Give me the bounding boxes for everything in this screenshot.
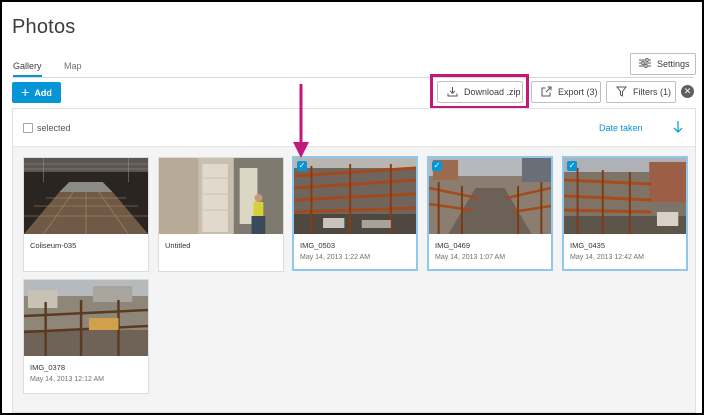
funnel-icon [615, 86, 628, 99]
photo-name: Coliseum-035 [30, 241, 77, 250]
export-label: Export (3) [558, 87, 598, 97]
selected-check-icon[interactable]: ✓ [567, 161, 577, 171]
photo-date: May 14, 2013 1:22 AM [300, 254, 371, 261]
sort-by-date-taken[interactable]: Date taken [599, 123, 643, 133]
photo-card[interactable]: IMG_0378 May 14, 2013 12:12 AM [23, 279, 149, 394]
tab-map[interactable]: Map [64, 61, 82, 75]
photo-thumbnail [159, 158, 283, 234]
photo-date: May 14, 2013 1:07 AM [435, 254, 506, 261]
add-button[interactable]: + Add [12, 82, 61, 103]
gallery-header: selected Date taken [13, 109, 695, 147]
selected-check-icon[interactable]: ✓ [432, 161, 442, 171]
photo-thumbnail [24, 158, 148, 234]
tab-divider [12, 77, 694, 78]
select-all-checkbox[interactable] [23, 123, 33, 133]
photo-thumbnail [24, 280, 148, 356]
photo-name: IMG_0503 [300, 241, 336, 250]
photo-thumbnail [429, 158, 551, 234]
download-label: Download .zip [464, 87, 521, 97]
tab-bar: Gallery Map [2, 58, 702, 78]
photo-card[interactable]: Coliseum-035 [23, 157, 149, 272]
photo-card[interactable]: ✓ IMG_0469 May 14, 2013 1:07 AM [427, 156, 553, 271]
settings-button[interactable]: Settings [630, 53, 696, 75]
gallery-panel: selected Date taken Coliseum-035 Untitle… [12, 108, 696, 413]
sliders-icon [639, 58, 651, 70]
add-label: Add [34, 87, 52, 98]
photo-name: IMG_0469 [435, 241, 471, 250]
photo-thumbnail [564, 158, 686, 234]
photo-name: IMG_0378 [30, 363, 66, 372]
photo-card[interactable]: ✓ IMG_0435 May 14, 2013 12:42 AM [562, 156, 688, 271]
page-title: Photos [12, 16, 76, 38]
export-button[interactable]: Export (3) [531, 81, 601, 103]
selected-check-icon[interactable]: ✓ [297, 161, 307, 171]
photo-name: Untitled [165, 241, 191, 250]
download-zip-button[interactable]: Download .zip [437, 81, 523, 103]
plus-icon: + [21, 84, 30, 100]
clear-filters-icon[interactable]: ✕ [681, 85, 694, 98]
selected-count-label: selected [37, 123, 71, 133]
photo-name: IMG_0435 [570, 241, 606, 250]
app-window: Photos Gallery Map Settings + Add Downlo… [2, 2, 702, 413]
photo-card[interactable]: ✓ IMG_0503 May 14, 2013 1:22 AM [292, 156, 418, 271]
export-icon [541, 86, 552, 99]
filters-button[interactable]: Filters (1) [606, 81, 676, 103]
photo-date: May 14, 2013 12:12 AM [30, 376, 104, 383]
download-icon [447, 86, 458, 99]
tab-gallery[interactable]: Gallery [13, 61, 42, 77]
photo-thumbnail [294, 158, 416, 234]
photo-date: May 14, 2013 12:42 AM [570, 254, 644, 261]
annotation-arrow-icon [291, 84, 311, 160]
filters-label: Filters (1) [633, 87, 671, 97]
sort-direction-arrow-icon[interactable] [671, 119, 685, 135]
photo-card[interactable]: Untitled [158, 157, 284, 272]
settings-label: Settings [657, 59, 690, 69]
